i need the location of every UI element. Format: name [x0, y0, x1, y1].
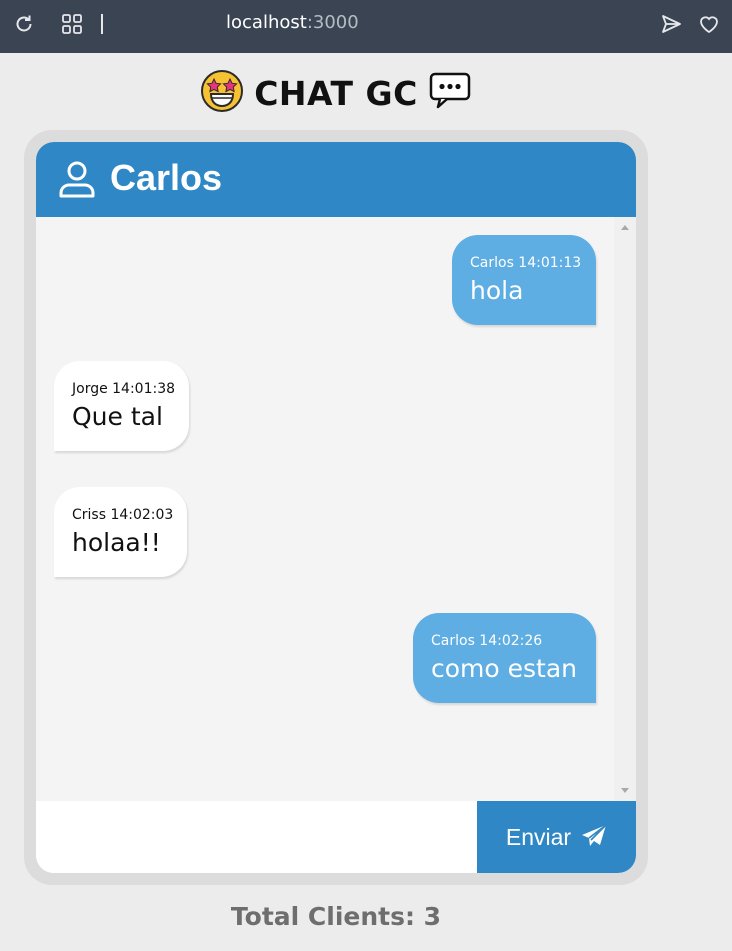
message-text: Que tal [72, 402, 163, 431]
grid-icon[interactable] [61, 13, 83, 35]
message-meta: Carlos 14:02:26 [431, 633, 543, 649]
total-clients: Total Clients: 3 [230, 902, 442, 931]
user-icon [57, 159, 97, 199]
toolbar-divider [101, 14, 103, 34]
send-page-icon[interactable] [660, 13, 682, 35]
message-text: hola [470, 276, 524, 305]
message-meta: Jorge 14:01:38 [72, 381, 176, 397]
send-button[interactable]: Enviar [477, 801, 636, 873]
message-incoming: Jorge 14:01:38 Que tal [54, 361, 189, 451]
speech-bubble-icon [428, 71, 472, 115]
message-input[interactable] [36, 801, 477, 873]
send-button-label: Enviar [505, 823, 572, 850]
message-meta: Criss 14:02:03 [72, 507, 174, 523]
message-meta: Carlos 14:01:13 [470, 255, 582, 271]
chat-window: Carlos Carlos 14:01:13 hola Jorge 14:01:… [36, 142, 636, 873]
message-outgoing: Carlos 14:02:26 como estan [413, 613, 596, 703]
scroll-down-arrow-icon[interactable] [621, 788, 629, 793]
message-composer: Enviar [36, 801, 636, 873]
chat-username: Carlos [110, 157, 223, 198]
heart-icon[interactable] [698, 13, 720, 35]
message-text: holaa!! [72, 528, 161, 557]
app-title-text: CHAT GC [254, 73, 418, 113]
message-incoming: Criss 14:02:03 holaa!! [54, 487, 187, 577]
message-list[interactable]: Carlos 14:01:13 hola Jorge 14:01:38 Que … [36, 217, 614, 801]
url-host: localhost [226, 12, 307, 33]
browser-toolbar: localhost:3000 [0, 0, 732, 53]
message-outgoing: Carlos 14:01:13 hola [452, 235, 596, 325]
message-scrollbar[interactable] [614, 217, 636, 801]
chat-header: Carlos [36, 142, 636, 217]
address-bar[interactable]: localhost:3000 [226, 12, 359, 33]
reload-icon[interactable] [13, 13, 35, 35]
scroll-up-arrow-icon[interactable] [621, 225, 629, 230]
url-port: :3000 [306, 12, 359, 33]
message-text: como estan [431, 654, 578, 683]
paper-plane-icon [581, 823, 607, 851]
star-struck-emoji-icon [200, 69, 244, 117]
app-title: CHAT GC [0, 70, 672, 116]
